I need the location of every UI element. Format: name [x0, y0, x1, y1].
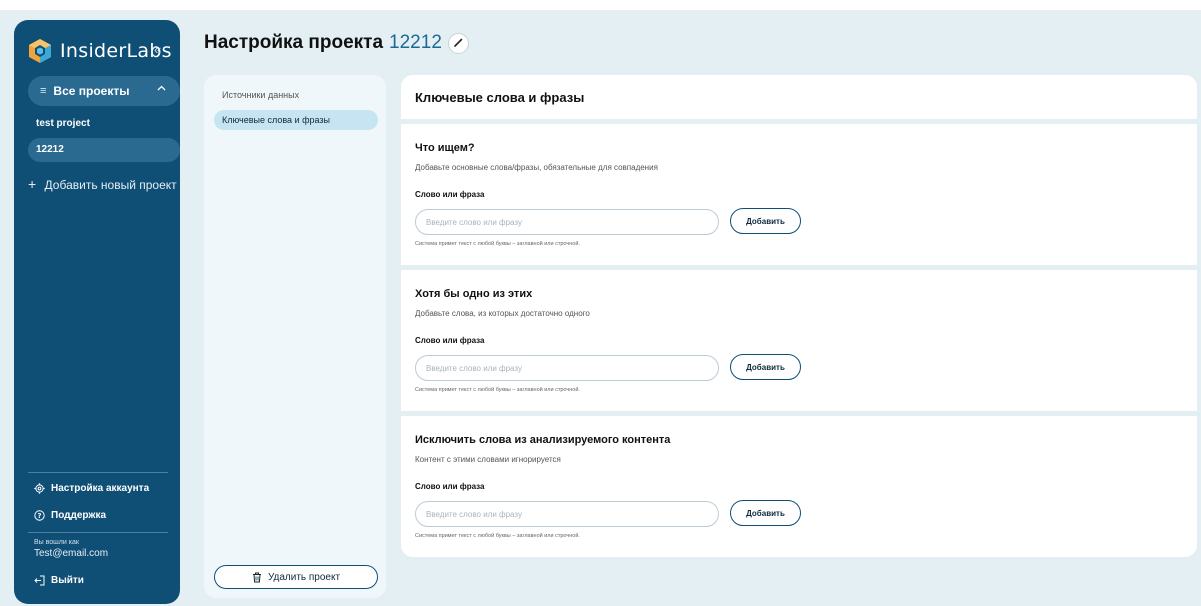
all-projects-toggle[interactable]: ≡ Все проекты	[28, 76, 180, 106]
gear-icon	[34, 483, 45, 494]
field-hint: Система примет текст с любой буквы – заг…	[415, 387, 580, 393]
any-word-input[interactable]	[415, 355, 719, 381]
section-required-words: Что ищем? Добавьте основные слова/фразы,…	[401, 124, 1197, 265]
section-title: Исключить слова из анализируемого контен…	[415, 434, 671, 446]
account-settings-link[interactable]: Настройка аккаунта	[34, 483, 149, 494]
support-label: Поддержка	[51, 510, 107, 521]
required-word-input[interactable]	[415, 209, 719, 235]
section-description: Добавьте основные слова/фразы, обязатель…	[415, 163, 658, 172]
section-any-words: Хотя бы одно из этих Добавьте слова, из …	[401, 270, 1197, 411]
section-description: Контент с этими словами игнорируется	[415, 455, 561, 464]
add-required-word-button[interactable]: Добавить	[730, 208, 801, 234]
page-title: Настройка проекта 12212	[204, 32, 469, 54]
sidebar-divider	[28, 472, 168, 473]
sidebar: InsiderLabs « ≡ Все проекты test project…	[14, 20, 180, 604]
page-title-text: Настройка проекта	[204, 32, 384, 53]
delete-project-label: Удалить проект	[267, 571, 341, 583]
field-hint: Система примет текст с любой буквы – заг…	[415, 533, 580, 539]
edit-project-name-button[interactable]	[447, 32, 469, 54]
add-project-button[interactable]: + Добавить новый проект	[28, 176, 177, 192]
section-excluded-words: Исключить слова из анализируемого контен…	[401, 416, 1197, 557]
project-number: 12212	[389, 32, 442, 53]
account-settings-label: Настройка аккаунта	[51, 483, 150, 494]
add-excluded-word-button[interactable]: Добавить	[730, 500, 801, 526]
sidebar-divider	[28, 532, 168, 533]
menu-lines-icon: ≡	[40, 85, 47, 97]
logout-button[interactable]: Выйти	[34, 575, 84, 586]
field-label: Слово или фраза	[415, 482, 485, 491]
section-description: Добавьте слова, из которых достаточно од…	[415, 309, 590, 318]
delete-project-button[interactable]: Удалить проект	[214, 565, 378, 589]
brand-logo[interactable]: InsiderLabs	[28, 37, 172, 65]
section-title: Хотя бы одно из этих	[415, 288, 533, 300]
collapse-sidebar-button[interactable]: «	[154, 42, 161, 57]
logged-in-as-label: Вы вошли как	[34, 539, 79, 546]
logout-label: Выйти	[51, 575, 84, 586]
support-link[interactable]: ? Поддержка	[34, 510, 106, 521]
svg-text:?: ?	[37, 512, 41, 520]
sidebar-project-test-project[interactable]: test project	[28, 112, 180, 136]
pencil-icon	[453, 32, 464, 54]
all-projects-label: Все проекты	[53, 84, 130, 98]
field-hint: Система примет текст с любой буквы – заг…	[415, 241, 580, 247]
trash-icon	[252, 572, 262, 583]
plus-icon: +	[28, 176, 37, 192]
settings-nav: Источники данных Ключевые слова и фразы …	[204, 75, 386, 598]
add-project-label: Добавить новый проект	[44, 178, 177, 192]
content-header: Ключевые слова и фразы	[401, 75, 1197, 119]
user-email: Test@email.com	[34, 548, 109, 559]
logo-hexagon-icon	[28, 38, 52, 64]
field-label: Слово или фраза	[415, 336, 485, 345]
field-label: Слово или фраза	[415, 190, 485, 199]
logout-icon	[34, 575, 45, 586]
chevron-up-icon	[157, 83, 166, 94]
excluded-word-input[interactable]	[415, 501, 719, 527]
content-title: Ключевые слова и фразы	[415, 90, 585, 105]
sidebar-project-12212[interactable]: 12212	[28, 138, 180, 162]
add-any-word-button[interactable]: Добавить	[730, 354, 801, 380]
nav-item-data-sources[interactable]: Источники данных	[214, 85, 378, 105]
section-title: Что ищем?	[415, 142, 475, 154]
help-circle-icon: ?	[34, 510, 45, 521]
nav-item-keywords[interactable]: Ключевые слова и фразы	[214, 110, 378, 130]
